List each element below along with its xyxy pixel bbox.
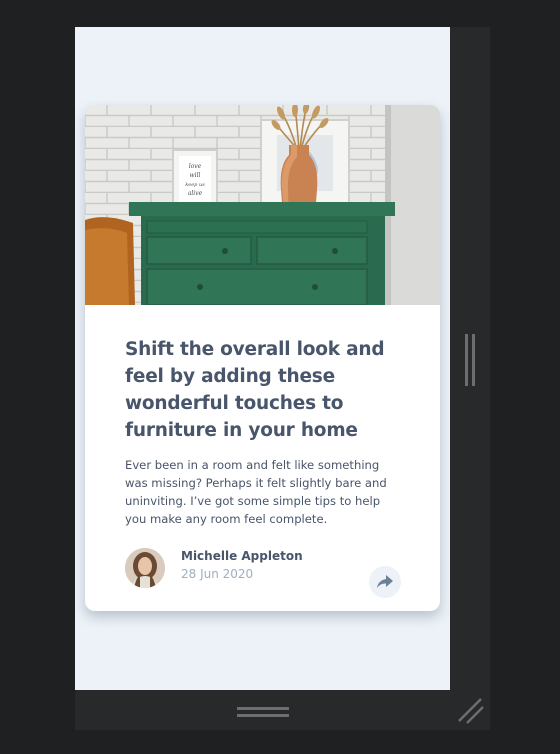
- share-icon: [377, 575, 393, 588]
- svg-text:alive: alive: [188, 190, 203, 197]
- svg-text:keep us: keep us: [185, 182, 205, 188]
- article-preview-card: love will keep us alive Shift the overal…: [85, 105, 440, 611]
- hero-image: love will keep us alive: [85, 105, 440, 306]
- share-button[interactable]: [369, 566, 401, 598]
- vertical-resize-handle[interactable]: [464, 334, 476, 386]
- preview-viewport: love will keep us alive Shift the overal…: [75, 27, 450, 690]
- horizontal-resize-handle[interactable]: [237, 705, 289, 719]
- hero-illustration: love will keep us alive: [85, 105, 440, 306]
- svg-text:love: love: [189, 163, 202, 170]
- article-description: Ever been in a room and felt like someth…: [125, 458, 387, 526]
- article-title: Shift the overall look and feel by addin…: [125, 339, 385, 441]
- svg-text:will: will: [190, 172, 201, 179]
- corner-resize-handle[interactable]: [457, 697, 485, 725]
- author-name: Michelle Appleton: [181, 549, 303, 563]
- publish-date: 28 Jun 2020: [181, 567, 254, 581]
- author-avatar: [125, 548, 165, 588]
